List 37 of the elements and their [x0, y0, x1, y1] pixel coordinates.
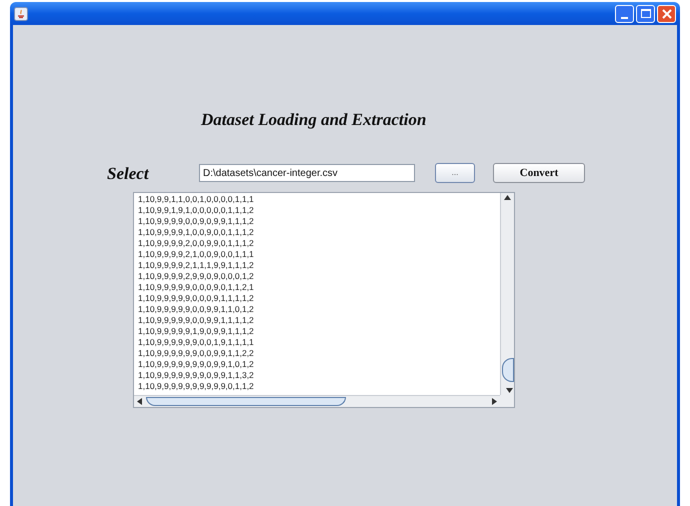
up-arrow-icon	[504, 195, 511, 200]
left-arrow-icon	[137, 398, 142, 405]
heading: Dataset Loading and Extraction	[201, 109, 428, 131]
vertical-scrollbar[interactable]	[500, 193, 514, 395]
data-line: 1,10,9,9,9,9,9,9,9,0,9,9,1,1,3,2	[138, 370, 255, 381]
data-line: 1,10,9,9,1,1,0,0,1,0,0,0,0,1,1,1	[138, 194, 255, 205]
data-line: 1,10,9,9,9,9,9,1,9,0,9,9,1,1,1,2	[138, 326, 255, 337]
data-line: 1,10,9,9,9,9,9,0,0,0,9,1,1,1,1,2	[138, 293, 255, 304]
minimize-button[interactable]	[615, 4, 634, 22]
data-line: 1,10,9,9,9,9,2,0,0,9,9,0,1,1,1,2	[138, 238, 255, 249]
data-line: 1,10,9,9,9,9,9,0,0,9,9,1,1,1,1,2	[138, 315, 255, 326]
data-line: 1,10,9,9,9,9,2,9,9,0,9,0,0,0,1,2	[138, 271, 255, 282]
data-line: 1,10,9,9,9,9,1,0,0,9,0,0,1,1,1,2	[138, 227, 255, 238]
data-line: 1,10,9,9,9,9,0,0,9,0,9,9,1,1,1,2	[138, 216, 255, 227]
text-area[interactable]	[133, 192, 515, 408]
data-line: 1,10,9,9,9,9,9,9,9,0,9,9,1,0,1,2	[138, 359, 255, 370]
select-label: Select	[107, 162, 150, 184]
scroll-thumb[interactable]	[146, 397, 346, 406]
data-line: 1,10,9,9,9,9,9,0,0,0,9,0,1,1,2,1	[138, 282, 255, 293]
convert-button[interactable]: Convert	[493, 163, 585, 184]
data-line: 1,10,9,9,9,9,9,9,9,9,9,9,0,1,1,2	[138, 381, 255, 392]
down-arrow-icon	[506, 388, 513, 393]
data-line: 1,10,9,9,9,9,9,9,0,0,1,9,1,1,1,1	[138, 337, 255, 348]
close-icon	[662, 8, 672, 18]
browse-button[interactable]: ...	[435, 163, 475, 184]
scroll-thumb[interactable]	[502, 358, 514, 382]
right-arrow-icon	[492, 398, 497, 405]
maximize-button[interactable]	[636, 4, 655, 22]
data-line: 1,10,9,9,9,9,2,1,1,1,9,9,1,1,1,2	[138, 260, 255, 271]
close-button[interactable]	[657, 4, 676, 22]
path-field[interactable]: D:\datasets\cancer-integer.csv	[199, 164, 415, 182]
data-line: 1,10,9,9,9,9,9,0,0,9,9,1,1,0,1,2	[138, 304, 255, 315]
data-line: 1,10,9,9,9,9,9,9,0,0,9,9,1,1,2,2	[138, 348, 255, 359]
app-icon	[14, 6, 28, 20]
data-line: 1,10,9,9,9,9,2,1,0,0,9,0,0,1,1,1	[138, 249, 255, 260]
data-line: 1,10,9,9,1,9,1,0,0,0,0,0,1,1,1,2	[138, 205, 255, 216]
horizontal-scrollbar[interactable]	[134, 395, 500, 407]
